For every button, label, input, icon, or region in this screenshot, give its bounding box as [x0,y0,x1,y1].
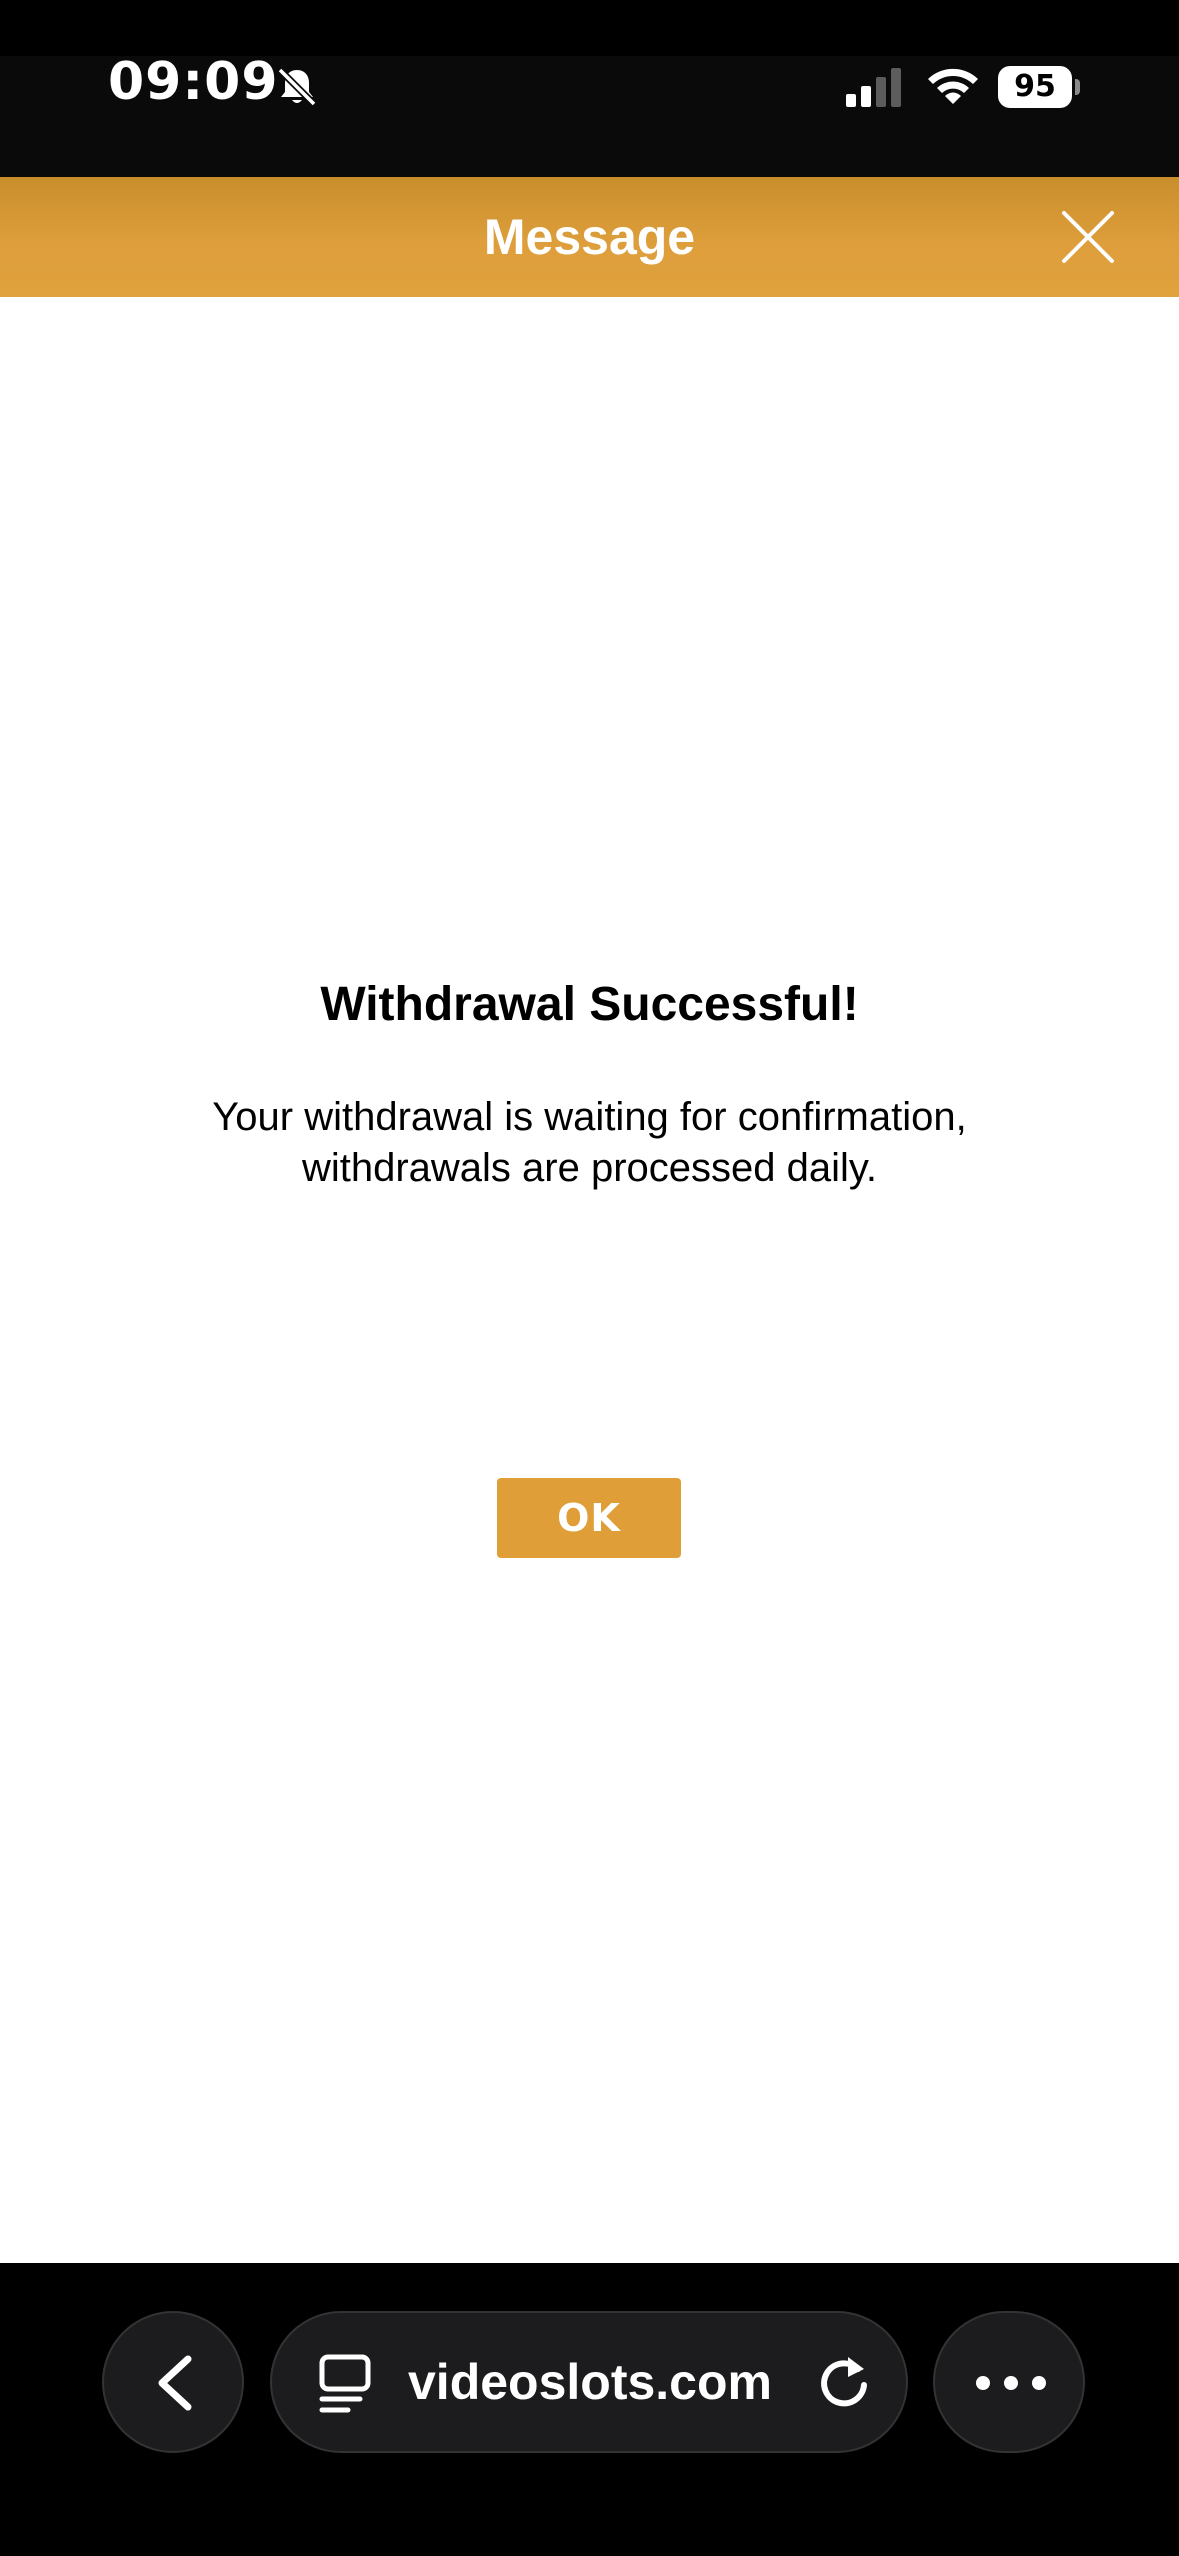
battery-icon: 95 [998,66,1080,108]
tab-icon [319,2354,371,2413]
message-title: Withdrawal Successful! [320,978,859,1031]
battery-level: 95 [998,66,1072,108]
browser-toolbar: videoslots.com [0,2263,1179,2556]
back-button[interactable] [102,2311,244,2453]
status-clock: 09:09 [108,52,279,112]
status-bar: 09:09 95 [0,0,1179,177]
reload-icon[interactable] [814,2351,874,2413]
header-title: Message [483,209,696,265]
more-button[interactable] [933,2311,1085,2453]
more-icon [976,2376,1046,2390]
close-icon[interactable] [1058,207,1118,267]
message-body-line-2: withdrawals are processed daily. [301,1146,878,1190]
chevron-left-icon [158,2355,192,2411]
cellular-signal-icon [846,68,901,107]
url-text: videoslots.com [408,2354,772,2410]
message-body-line-1: Your withdrawal is waiting for confirmat… [212,1095,967,1139]
message-content: Withdrawal Successful! Your withdrawal i… [0,297,1179,2263]
bell-off-icon [277,67,317,107]
message-header: Message [0,177,1179,297]
address-bar[interactable]: videoslots.com [270,2311,908,2453]
status-bar-top-strip [0,0,1179,56]
phone-screen: 09:09 95 Message Withdrawal Successful! … [0,0,1179,2556]
battery-cap [1075,79,1080,95]
ok-button[interactable]: OK [497,1478,681,1558]
message-body: Your withdrawal is waiting for confirmat… [140,1092,1039,1194]
wifi-icon [928,68,978,104]
